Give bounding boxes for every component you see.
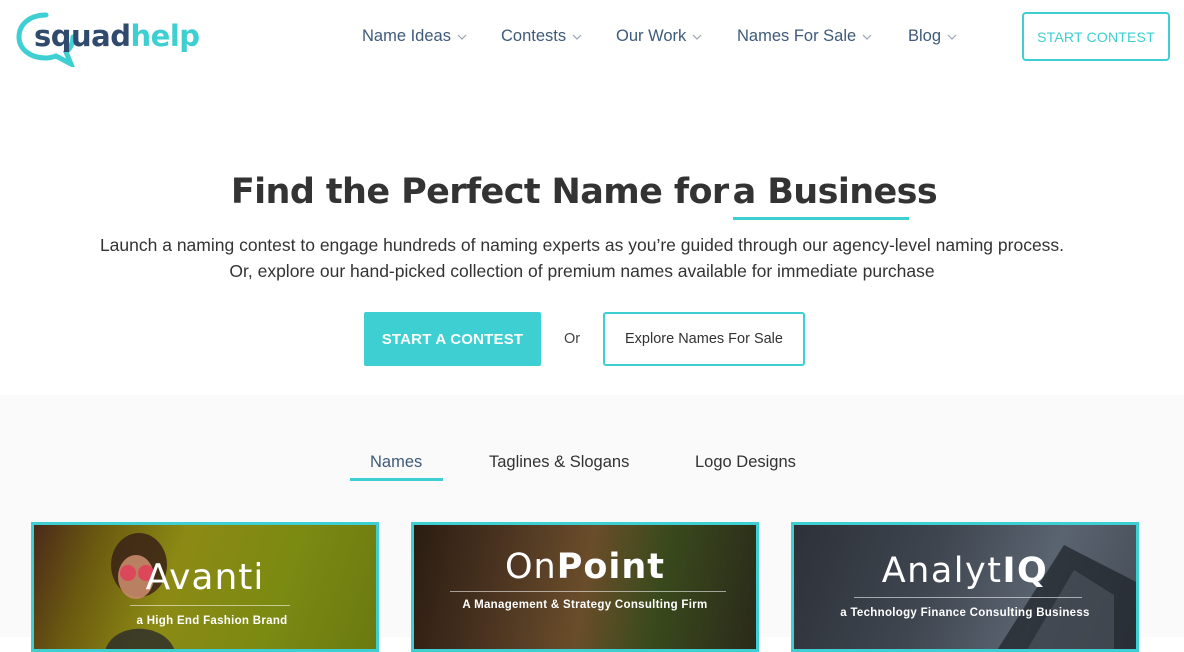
hero-title-underline: [732, 217, 910, 220]
card-name-regular: Analyt: [881, 551, 1003, 591]
logo-wordmark: squadhelp: [34, 19, 200, 53]
tab-logo-designs[interactable]: Logo Designs: [695, 453, 796, 472]
start-a-contest-button[interactable]: START A CONTEST: [364, 312, 541, 366]
chevron-down-icon: [692, 32, 702, 42]
chevron-down-icon: [572, 32, 582, 42]
logo-part-squad: squad: [34, 19, 131, 53]
nav-contests[interactable]: Contests: [501, 27, 616, 46]
nav-our-work[interactable]: Our Work: [616, 27, 737, 46]
chevron-down-icon: [457, 32, 467, 42]
hero-subtitle-line2: Or, explore our hand-picked collection o…: [229, 261, 935, 281]
portfolio-card[interactable]: OnPoint A Management & Strategy Consulti…: [411, 522, 759, 652]
card-name-bold: Point: [556, 547, 666, 587]
card-name: OnPoint: [414, 547, 756, 587]
tab-taglines-slogans[interactable]: Taglines & Slogans: [489, 453, 629, 472]
nav-blog[interactable]: Blog: [908, 27, 957, 46]
card-tagline: A Management & Strategy Consulting Firm: [462, 599, 708, 611]
card-name-bold: IQ: [1002, 551, 1049, 591]
portfolio-card[interactable]: Avanti a High End Fashion Brand: [31, 522, 379, 652]
chevron-down-icon: [947, 32, 957, 42]
hero-title-regular: Find the Perfect Name for: [230, 172, 729, 212]
card-tagline: a High End Fashion Brand: [136, 615, 288, 627]
card-name: Avanti: [34, 557, 376, 598]
start-contest-header-button[interactable]: START CONTEST: [1022, 12, 1170, 61]
nav-label: Names For Sale: [737, 27, 857, 45]
nav-label: Name Ideas: [362, 27, 451, 45]
or-separator: Or: [564, 331, 581, 347]
card-tagline: a Technology Finance Consulting Business: [840, 607, 1090, 619]
logo-part-help: help: [130, 19, 201, 53]
card-name-regular: Avanti: [145, 557, 265, 598]
card-name: AnalytIQ: [794, 551, 1136, 591]
squadhelp-logo[interactable]: squadhelp: [16, 11, 200, 67]
nav-label: Our Work: [616, 27, 687, 45]
active-tab-indicator: [350, 478, 443, 481]
card-name-regular: On: [504, 547, 557, 587]
tab-names[interactable]: Names: [370, 453, 422, 472]
site-header: squadhelp Name Ideas Contests Our Work N…: [0, 0, 1184, 80]
main-nav: Name Ideas Contests Our Work Names For S…: [362, 27, 957, 46]
explore-names-button[interactable]: Explore Names For Sale: [603, 312, 805, 366]
nav-names-for-sale[interactable]: Names For Sale: [737, 27, 908, 46]
nav-label: Blog: [908, 27, 942, 45]
hero-title-bold: a Business: [732, 172, 938, 212]
nav-label: Contests: [501, 27, 567, 45]
nav-name-ideas[interactable]: Name Ideas: [362, 27, 501, 46]
card-divider: [854, 597, 1082, 598]
chevron-down-icon: [862, 32, 872, 42]
hero-title: Find the Perfect Name for a Business: [0, 172, 1168, 220]
card-divider: [450, 591, 726, 592]
hero-subtitle-line1: Launch a naming contest to engage hundre…: [99, 235, 1065, 255]
portfolio-card[interactable]: AnalytIQ a Technology Finance Consulting…: [791, 522, 1139, 652]
gallery-section: Names Taglines & Slogans Logo Designs Av…: [0, 395, 1184, 652]
gallery-tabs: Names Taglines & Slogans Logo Designs: [0, 453, 1184, 483]
hero-title-highlight: a Business: [732, 172, 938, 220]
card-divider: [130, 605, 290, 606]
